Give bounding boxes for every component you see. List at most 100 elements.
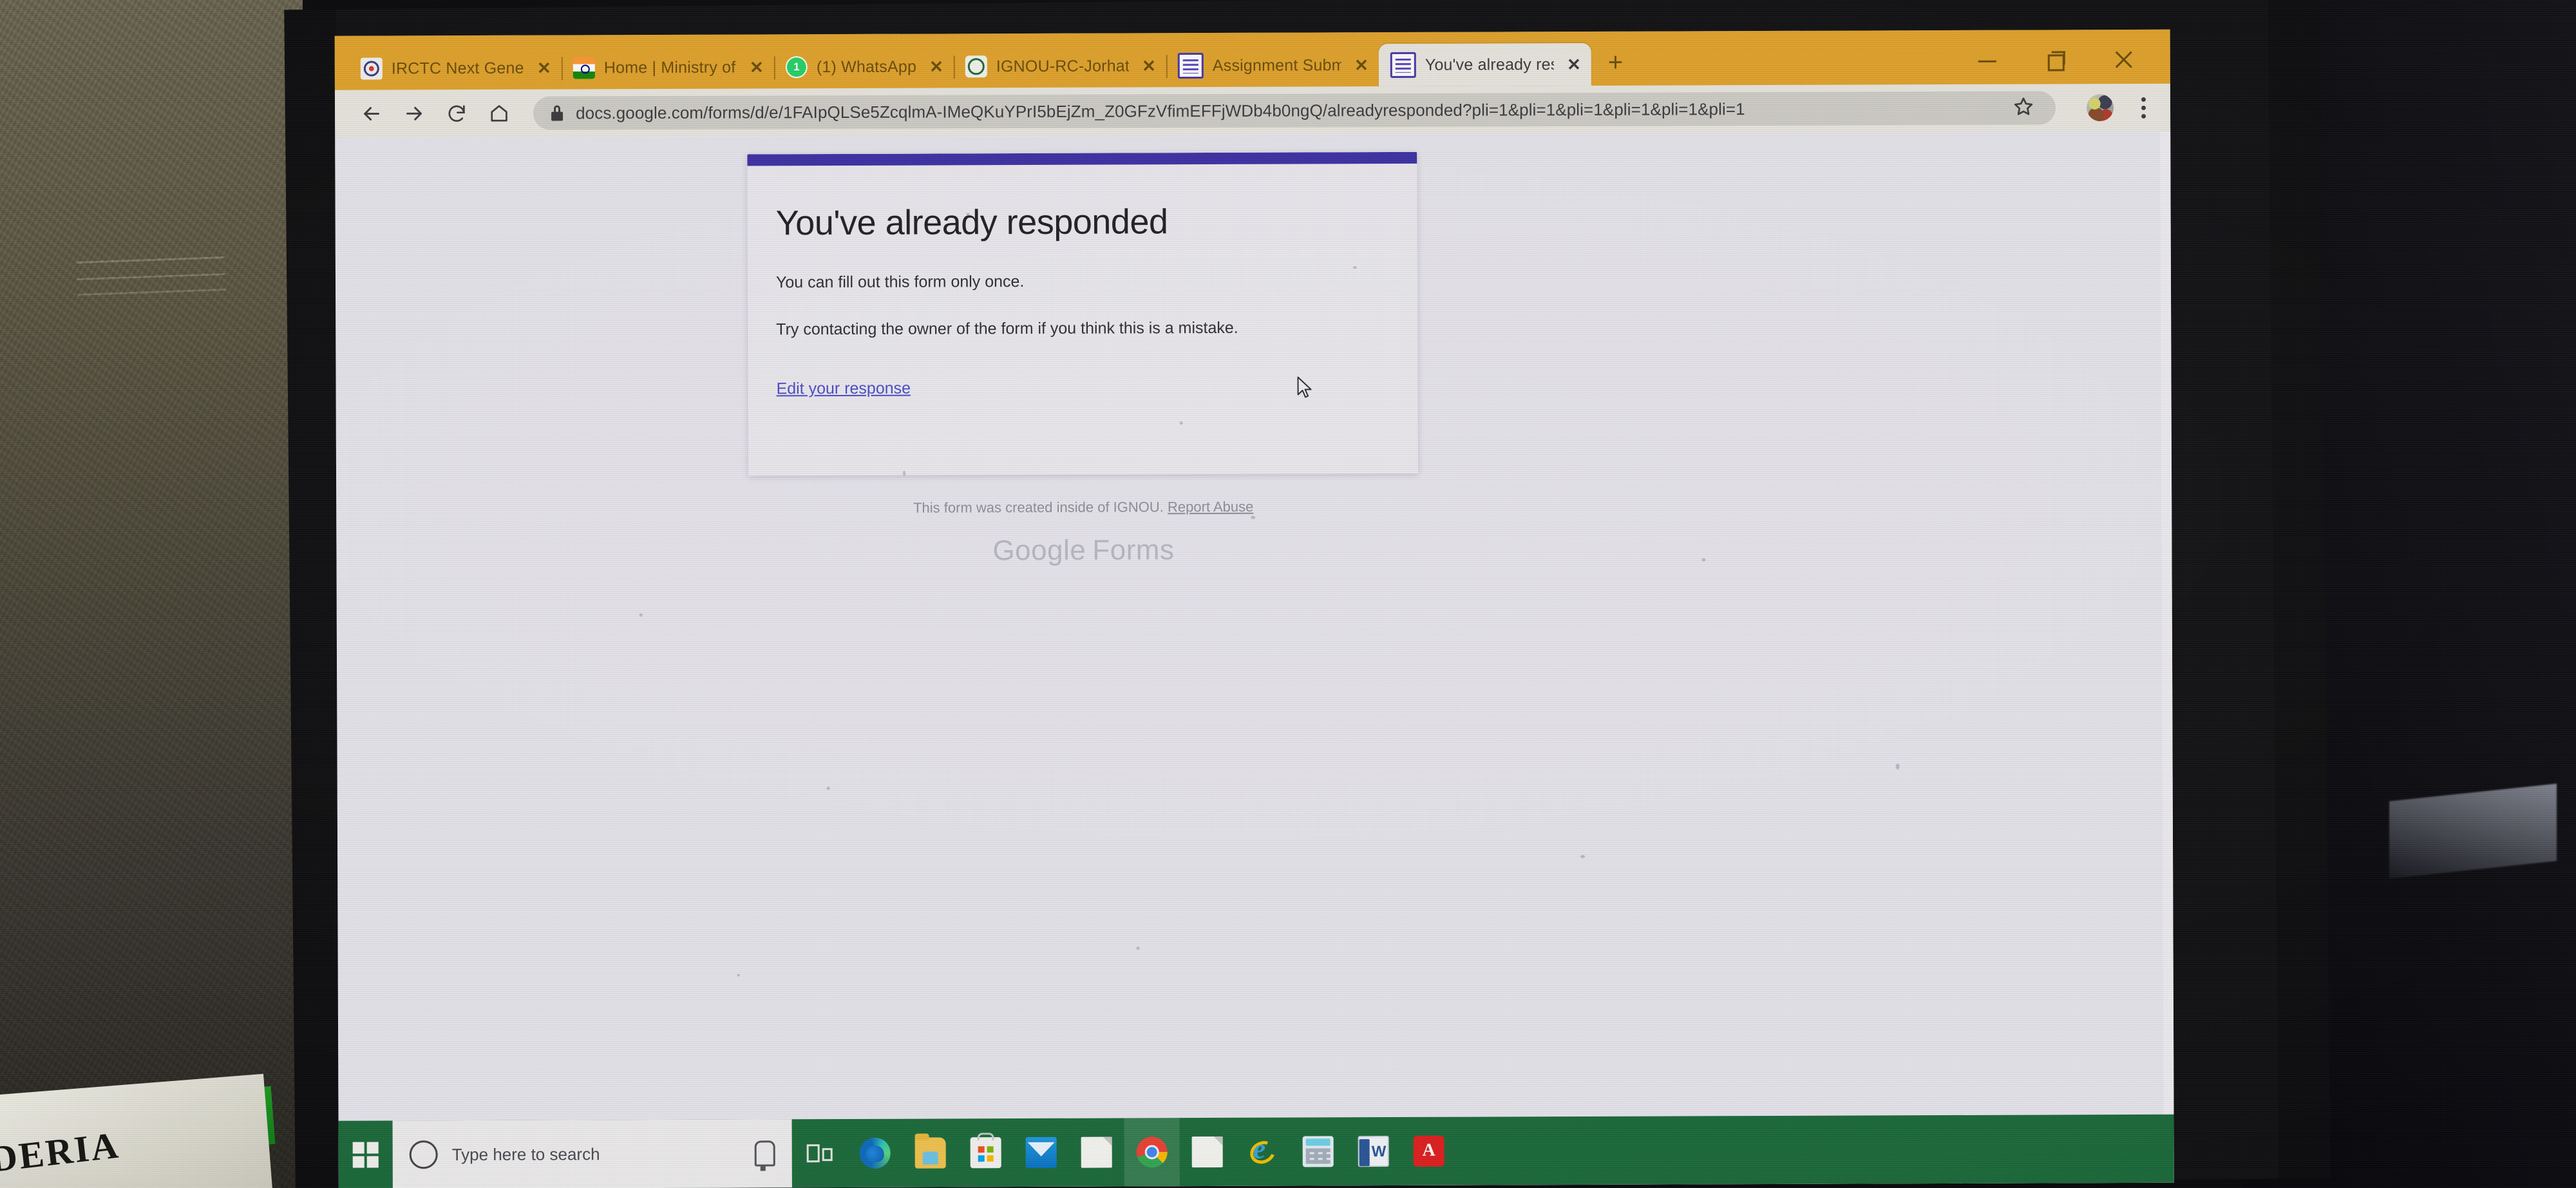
home-button[interactable] — [479, 93, 519, 133]
minimize-button[interactable] — [1977, 50, 1999, 72]
document-icon — [1081, 1136, 1112, 1168]
screen-speck — [639, 613, 643, 617]
taskbar-item-mail[interactable] — [1014, 1118, 1069, 1187]
page-viewport: You've already responded You can fill ou… — [335, 131, 2174, 1188]
google-forms-icon — [1177, 53, 1204, 79]
tab-close-icon[interactable]: ✕ — [750, 57, 764, 77]
whatsapp-unread-badge: 1 — [793, 61, 800, 73]
screen-speck — [1179, 421, 1183, 425]
pdf-icon — [1413, 1135, 1444, 1167]
taskbar-item-google-chrome[interactable] — [1124, 1118, 1180, 1187]
whatsapp-icon: 1 — [785, 56, 808, 79]
card-paragraph-2: Try contacting the owner of the form if … — [776, 318, 1238, 339]
logo-word-forms: Forms — [1092, 534, 1175, 566]
irctc-icon — [360, 57, 383, 80]
avatar[interactable] — [2086, 94, 2114, 122]
laptop-screen: IRCTC Next Generation ✕ Home | Ministry … — [334, 29, 2174, 1188]
taskbar-item-task-view[interactable] — [792, 1119, 848, 1187]
report-abuse-link[interactable]: Report Abuse — [1168, 499, 1253, 515]
tab-close-icon[interactable]: ✕ — [929, 57, 943, 76]
tab-label: IRCTC Next Generation — [391, 59, 525, 77]
browser-toolbar: docs.google.com/forms/d/e/1FAIpQLSe5Zcql… — [334, 83, 2171, 138]
screen-speck — [737, 973, 740, 977]
mail-icon — [1025, 1136, 1057, 1169]
lock-icon — [551, 106, 563, 121]
chrome-browser-window: IRCTC Next Generation ✕ Home | Ministry … — [334, 29, 2174, 1188]
search-input[interactable]: Type here to search — [452, 1144, 741, 1165]
taskbar-item-document-1[interactable] — [1069, 1118, 1124, 1186]
tab-close-icon[interactable]: ✕ — [1142, 56, 1156, 75]
tab-close-icon[interactable]: ✕ — [1354, 55, 1368, 75]
taskbar-item-microsoft-edge[interactable] — [848, 1119, 903, 1187]
close-window-button[interactable] — [2114, 49, 2136, 71]
back-button[interactable] — [352, 93, 392, 133]
tab-label: (1) WhatsApp — [816, 57, 917, 76]
tab-ignou-rc-jorhat[interactable]: IGNOU-RC-Jorhat - Stu ✕ — [954, 44, 1166, 88]
address-bar[interactable]: docs.google.com/forms/d/e/1FAIpQLSe5Zcql… — [533, 91, 2056, 130]
screen-speck — [903, 470, 906, 476]
taskbar-item-document-2[interactable] — [1180, 1118, 1235, 1186]
windows-taskbar: Type here to search — [338, 1114, 2174, 1188]
tab-close-icon[interactable]: ✕ — [1567, 55, 1581, 74]
restore-button[interactable] — [2045, 49, 2067, 71]
taskbar-icon-list — [792, 1117, 1457, 1188]
windows-logo-icon — [352, 1142, 379, 1168]
taskbar-item-file-explorer[interactable] — [903, 1118, 958, 1187]
word-icon — [1358, 1136, 1389, 1167]
window-controls — [1977, 49, 2170, 84]
taskbar-item-microsoft-store[interactable] — [958, 1118, 1014, 1187]
edge-icon — [859, 1137, 891, 1169]
screen-speck — [1352, 266, 1357, 269]
forward-button[interactable] — [394, 93, 434, 133]
microphone-icon[interactable] — [754, 1140, 775, 1167]
tab-label: IGNOU-RC-Jorhat - Stu — [996, 56, 1130, 75]
bookmark-star-icon[interactable] — [2012, 95, 2038, 121]
page-title: You've already responded — [775, 202, 1168, 243]
taskbar-item-microsoft-word[interactable] — [1346, 1117, 1401, 1185]
new-tab-button[interactable]: + — [1608, 48, 1624, 77]
ignou-icon — [965, 55, 987, 78]
document-icon — [1191, 1136, 1223, 1168]
india-flag-icon — [573, 57, 595, 79]
taskbar-item-adobe-reader[interactable] — [1401, 1117, 1457, 1185]
card-paragraph-1: You can fill out this form only once. — [775, 273, 1025, 292]
chrome-icon — [1136, 1136, 1168, 1168]
form-footer-notice: This form was created inside of IGNOU. R… — [748, 498, 1418, 517]
tab-strip: IRCTC Next Generation ✕ Home | Ministry … — [334, 29, 2170, 90]
reload-button[interactable] — [437, 93, 477, 133]
screen-speck — [1251, 515, 1256, 519]
tab-label: Home | Ministry of Fina — [603, 58, 737, 77]
screen-speck — [826, 787, 830, 790]
calculator-icon — [1302, 1136, 1334, 1167]
background-sheen — [2389, 783, 2557, 879]
screen-speck — [1895, 763, 1900, 770]
cortana-circle-icon — [409, 1140, 438, 1169]
logo-word-google: Google — [992, 534, 1086, 567]
laptop: IRCTC Next Generation ✕ Home | Ministry … — [284, 0, 2331, 1188]
screen-speck — [1580, 854, 1586, 859]
footer-notice-text: This form was created inside of IGNOU. — [913, 499, 1164, 516]
chrome-menu-icon[interactable] — [2133, 93, 2154, 122]
tab-label: You've already respond — [1425, 55, 1555, 74]
taskbar-item-calculator[interactable] — [1291, 1117, 1346, 1185]
foreground-object: NDERIA — [0, 970, 278, 1188]
tab-ministry-of-finance[interactable]: Home | Ministry of Fina ✕ — [562, 46, 774, 89]
tab-whatsapp[interactable]: 1 (1) WhatsApp ✕ — [774, 45, 954, 88]
url-text: docs.google.com/forms/d/e/1FAIpQLSe5Zcql… — [576, 99, 1745, 122]
tab-close-icon[interactable]: ✕ — [537, 59, 551, 78]
tab-youve-already-responded[interactable]: You've already respond ✕ — [1378, 43, 1591, 87]
wall-notes — [76, 249, 227, 312]
google-forms-logo: Google Forms — [748, 533, 1418, 568]
start-button[interactable] — [339, 1120, 393, 1188]
edit-your-response-link[interactable]: Edit your response — [777, 379, 911, 399]
taskbar-search-box[interactable]: Type here to search — [392, 1119, 792, 1188]
taskbar-item-internet-explorer[interactable] — [1235, 1118, 1291, 1186]
photo-scene: NDERIA IRCTC Next Generation ✕ Home | Mi… — [0, 0, 2576, 1188]
tab-label: Assignment Submission — [1212, 55, 1342, 75]
internet-explorer-icon — [1247, 1136, 1278, 1167]
screen-speck — [1701, 558, 1706, 562]
already-responded-card: You've already responded You can fill ou… — [747, 151, 1419, 476]
tab-assignment-submission[interactable]: Assignment Submission ✕ — [1166, 44, 1379, 87]
tab-irctc[interactable]: IRCTC Next Generation ✕ — [349, 47, 562, 90]
folder-icon — [914, 1137, 946, 1169]
